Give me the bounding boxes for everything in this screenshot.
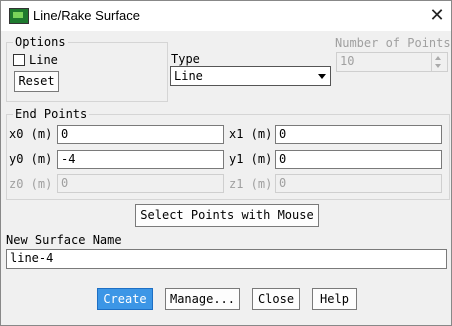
type-label: Type — [171, 52, 200, 66]
select-points-with-mouse-button[interactable]: Select Points with Mouse — [135, 204, 319, 227]
help-button[interactable]: Help — [312, 288, 357, 310]
create-button[interactable]: Create — [97, 288, 153, 310]
y0-label: y0 (m) — [9, 152, 53, 166]
window-title: Line/Rake Surface — [33, 8, 140, 23]
z1-field: 0 — [275, 174, 442, 193]
type-select-value: Line — [174, 69, 203, 83]
x1-label: x1 (m) — [229, 127, 273, 141]
z0-label: z0 (m) — [9, 177, 53, 191]
end-points-legend: End Points — [13, 107, 90, 121]
line-checkbox-label: Line — [29, 53, 58, 67]
x0-label: x0 (m) — [9, 127, 53, 141]
z1-label: z1 (m) — [229, 177, 273, 191]
number-of-points-value: 10 — [340, 54, 355, 68]
new-surface-name-label: New Surface Name — [6, 233, 122, 247]
x1-field[interactable]: 0 — [275, 125, 442, 144]
y0-field[interactable]: -4 — [57, 150, 224, 169]
line-checkbox[interactable] — [13, 54, 25, 66]
number-of-points-field: 10 — [336, 52, 448, 72]
app-icon — [9, 8, 29, 24]
dialog-window: Line/Rake Surface ✕ Options Line Reset T… — [0, 0, 452, 326]
y1-label: y1 (m) — [229, 152, 273, 166]
close-icon[interactable]: ✕ — [425, 4, 449, 28]
z0-field: 0 — [57, 174, 224, 193]
close-button[interactable]: Close — [252, 288, 300, 310]
options-legend: Options — [13, 35, 68, 49]
x0-field[interactable]: 0 — [57, 125, 224, 144]
manage-button[interactable]: Manage... — [165, 288, 240, 310]
number-of-points-label: Number of Points — [335, 36, 451, 50]
title-bar: Line/Rake Surface ✕ — [1, 1, 451, 31]
new-surface-name-field[interactable]: line-4 — [6, 249, 447, 269]
chevron-down-icon[interactable] — [316, 69, 328, 83]
y1-field[interactable]: 0 — [275, 150, 442, 169]
type-select[interactable]: Line — [170, 66, 331, 86]
spinner-icon — [431, 53, 446, 71]
reset-button[interactable]: Reset — [14, 71, 59, 92]
